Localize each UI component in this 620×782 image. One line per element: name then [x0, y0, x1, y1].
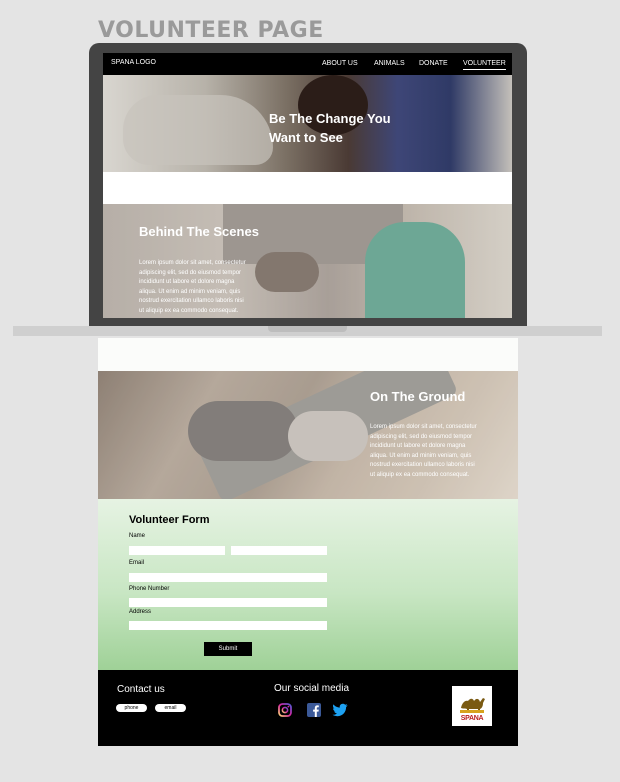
nav-about-us[interactable]: ABOUT US — [322, 60, 358, 67]
form-title: Volunteer Form — [129, 514, 210, 526]
footer: Contact us phone email Our social media … — [98, 670, 518, 746]
twitter-icon[interactable] — [332, 703, 348, 717]
hero-title: Be The Change You Want to See — [269, 109, 429, 147]
volunteer-form: Volunteer Form Name Email Phone Number A… — [98, 499, 518, 670]
nav-volunteer[interactable]: VOLUNTEER — [463, 60, 506, 70]
page-spacer — [98, 338, 518, 371]
page-heading: VOLUNTEER PAGE — [98, 18, 324, 43]
phone-input[interactable] — [129, 598, 327, 607]
spana-logo[interactable]: SPANA — [452, 686, 492, 726]
hero-title-line1: Be The Change You — [269, 111, 391, 126]
submit-button[interactable]: Submit — [204, 642, 252, 656]
laptop-screen: SPANA LOGO ABOUT US ANIMALS DONATE VOLUN… — [103, 53, 512, 318]
address-label: Address — [129, 609, 152, 615]
laptop-notch — [268, 326, 347, 332]
social-title: Our social media — [274, 683, 350, 694]
navbar: SPANA LOGO ABOUT US ANIMALS DONATE VOLUN… — [103, 53, 512, 75]
nav-animals[interactable]: ANIMALS — [374, 60, 405, 67]
first-name-input[interactable] — [129, 546, 225, 555]
phone-button[interactable]: phone — [116, 704, 147, 712]
behind-scenes-section: Behind The Scenes Lorem ipsum dolor sit … — [103, 204, 512, 318]
last-name-input[interactable] — [231, 546, 327, 555]
name-label: Name — [129, 533, 146, 539]
behind-scenes-body: Lorem ipsum dolor sit amet, consectetur … — [139, 260, 246, 314]
on-the-ground-title: On The Ground — [370, 389, 466, 404]
address-input[interactable] — [129, 621, 327, 630]
on-the-ground-body: Lorem ipsum dolor sit amet, consectetur … — [370, 424, 477, 478]
laptop-frame: SPANA LOGO ABOUT US ANIMALS DONATE VOLUN… — [89, 43, 527, 328]
hero-banner: Be The Change You Want to See — [103, 75, 512, 172]
email-label: Email — [129, 560, 145, 566]
on-the-ground-section: On The Ground Lorem ipsum dolor sit amet… — [98, 371, 518, 499]
email-input[interactable] — [129, 573, 327, 582]
hero-title-line2: Want to See — [269, 130, 343, 145]
phone-label: Phone Number — [129, 586, 170, 592]
facebook-icon[interactable] — [307, 703, 321, 717]
spana-wordmark: SPANA — [460, 715, 484, 722]
behind-scenes-title: Behind The Scenes — [139, 224, 259, 239]
site-logo[interactable]: SPANA LOGO — [111, 59, 156, 66]
nav-donate[interactable]: DONATE — [419, 60, 448, 67]
instagram-icon[interactable] — [278, 703, 292, 717]
contact-title: Contact us — [117, 684, 165, 695]
email-button[interactable]: email — [155, 704, 186, 712]
